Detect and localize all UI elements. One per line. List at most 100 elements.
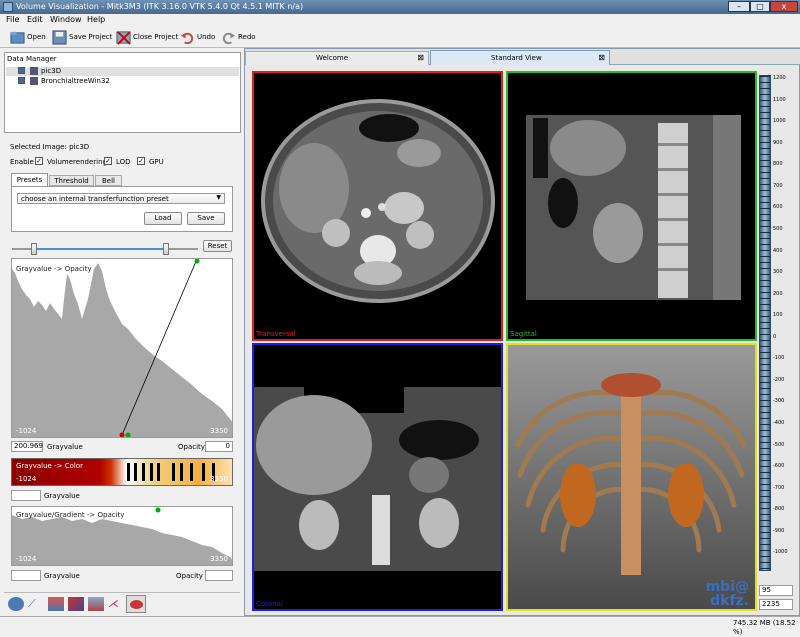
gradient-grayvalue-field[interactable] xyxy=(11,570,41,581)
level-window-slider[interactable] xyxy=(759,75,771,571)
color-grayvalue-field[interactable] xyxy=(11,490,41,501)
color-max-label: 3350 xyxy=(210,475,228,483)
list-item[interactable]: BronchialtreeWin32 xyxy=(6,77,239,86)
slider-handle-low[interactable] xyxy=(31,243,38,255)
redo-icon xyxy=(222,32,236,44)
open-folder-icon xyxy=(10,31,25,44)
gradient-max-label: 3350 xyxy=(210,555,228,563)
color-control-point[interactable] xyxy=(134,463,137,481)
status-bar: 745.32 MB (18.52 %) xyxy=(0,616,800,637)
scale-tick-label: 1100 xyxy=(773,96,786,103)
data-manager-panel: Data Manager pic3D BronchialtreeWin32 xyxy=(4,52,241,133)
visibility-checkbox[interactable] xyxy=(18,67,25,74)
gradient-opacity-field[interactable] xyxy=(205,570,233,581)
tab-presets[interactable]: Presets xyxy=(11,173,48,186)
color-control-point[interactable] xyxy=(127,463,130,481)
list-item-label: BronchialtreeWin32 xyxy=(41,77,110,85)
scale-tick-label: -500 xyxy=(773,441,785,448)
color-control-point[interactable] xyxy=(180,463,183,481)
maximize-button[interactable]: □ xyxy=(750,1,770,12)
control-point[interactable] xyxy=(125,432,131,438)
save-button[interactable]: Save xyxy=(187,212,225,225)
visibility-checkbox[interactable] xyxy=(18,77,25,84)
point-set-icon[interactable] xyxy=(88,597,104,611)
menu-file[interactable]: File xyxy=(6,15,19,24)
load-button[interactable]: Load xyxy=(144,212,182,225)
minimize-button[interactable]: – xyxy=(728,1,750,12)
level-field[interactable]: 95 xyxy=(759,585,793,596)
list-item[interactable]: pic3D xyxy=(6,67,239,76)
color-control-point[interactable] xyxy=(142,463,145,481)
color-control-point[interactable] xyxy=(202,463,205,481)
scale-tick-label: -800 xyxy=(773,506,785,513)
scale-tick-label: -300 xyxy=(773,398,785,405)
imagestatistics-icon[interactable] xyxy=(48,597,64,611)
grayvalue-label: Grayvalue xyxy=(44,572,80,580)
tab-welcome[interactable]: Welcome ⊠ xyxy=(245,51,429,65)
color-control-point[interactable] xyxy=(157,463,160,481)
gpu-checkbox[interactable]: ✓ xyxy=(137,157,145,165)
color-control-point[interactable] xyxy=(150,463,153,481)
registration-icon[interactable]: ⋌ xyxy=(108,597,124,611)
window-field[interactable]: 2235 xyxy=(759,599,793,610)
scale-tick-label: 400 xyxy=(773,247,783,254)
scale-tick-label: 500 xyxy=(773,225,783,232)
slider-handle-high[interactable] xyxy=(163,243,170,255)
gpu-label: GPU xyxy=(149,158,164,166)
range-slider[interactable] xyxy=(12,243,198,255)
ct-sagittal-image xyxy=(522,113,747,303)
sagittal-view[interactable]: Sagittal xyxy=(506,71,757,341)
gradient-opacity-function[interactable]: Grayvalue/Gradient -> Opacity -1024 3350 xyxy=(11,506,233,566)
redo-button[interactable]: Redo xyxy=(221,29,256,45)
opacity-histogram xyxy=(12,259,232,438)
preset-dropdown[interactable]: choose an internal transferfunction pres… xyxy=(17,193,225,204)
tab-threshold[interactable]: Threshold xyxy=(49,175,94,186)
opacity-transfer-function[interactable]: Grayvalue -> Opacity -1024 3350 xyxy=(11,258,233,438)
open-button[interactable]: Open xyxy=(10,29,46,45)
level-window-ticks xyxy=(760,76,770,570)
coronal-view[interactable]: Coronal xyxy=(252,343,503,611)
volume-visualization-icon[interactable] xyxy=(126,595,146,613)
selected-image-label: Selected Image: pic3D xyxy=(10,143,90,151)
close-project-button[interactable]: Close Project xyxy=(116,29,178,45)
scale-tick-label: 0 xyxy=(773,333,777,340)
opacity-field[interactable]: 0 xyxy=(205,441,233,452)
grayvalue-field[interactable]: 200.969 xyxy=(11,441,43,452)
close-icon[interactable]: ⊠ xyxy=(417,53,424,62)
save-project-button[interactable]: Save Project xyxy=(52,29,112,45)
menu-window[interactable]: Window xyxy=(50,15,82,24)
menu-edit[interactable]: Edit xyxy=(27,15,43,24)
lod-label: LOD xyxy=(116,158,131,166)
tab-standard-view[interactable]: Standard View ⊠ xyxy=(430,50,610,65)
3d-view[interactable]: mbi@ dkfz. xyxy=(506,343,757,611)
memory-usage: 745.32 MB (18.52 %) xyxy=(733,619,796,636)
level-window-scale: 1200 1100 1000 900 800 700 600 500 400 300 200 100 0… xyxy=(773,75,799,575)
control-point[interactable] xyxy=(155,507,161,513)
render-window-area: Welcome ⊠ Standard View ⊠ Transversal Sa… xyxy=(244,48,800,616)
segmentation-icon[interactable] xyxy=(8,597,24,611)
control-point[interactable] xyxy=(119,432,125,438)
lod-checkbox[interactable]: ✓ xyxy=(104,157,112,165)
close-window-button[interactable]: x xyxy=(770,1,798,12)
undo-button[interactable]: Undo xyxy=(180,29,215,45)
transversal-label: Transversal xyxy=(256,330,296,338)
gradient-min-label: -1024 xyxy=(16,555,37,563)
color-control-point[interactable] xyxy=(190,463,193,481)
measurement-icon[interactable]: ⟋ xyxy=(28,597,44,611)
reset-button[interactable]: Reset xyxy=(203,240,232,252)
movie-maker-icon[interactable] xyxy=(68,597,84,611)
graph-min-label: -1024 xyxy=(16,427,37,435)
color-control-point[interactable] xyxy=(172,463,175,481)
transversal-view[interactable]: Transversal xyxy=(252,71,503,341)
close-icon[interactable]: ⊠ xyxy=(598,53,605,62)
preset-dropdown-value: choose an internal transferfunction pres… xyxy=(21,195,169,203)
left-panel: Data Manager pic3D BronchialtreeWin32 Se… xyxy=(0,48,244,637)
menu-help[interactable]: Help xyxy=(87,15,105,24)
scale-tick-label: -1000 xyxy=(773,549,788,556)
opacity-graph-title: Grayvalue -> Opacity xyxy=(16,265,92,273)
scale-tick-label: -600 xyxy=(773,463,785,470)
color-transfer-function[interactable]: Grayvalue -> Color -1024 3350 xyxy=(11,458,233,486)
grayvalue-label: Grayvalue xyxy=(44,492,80,500)
tab-bell[interactable]: Bell xyxy=(95,175,122,186)
volumerendering-checkbox[interactable]: ✓ xyxy=(35,157,43,165)
